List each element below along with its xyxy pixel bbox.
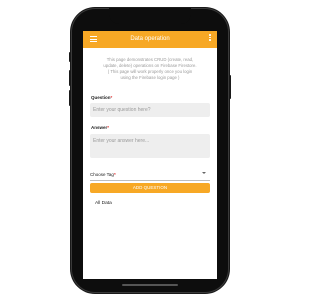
app-screen: Data operation This page demonstrates CR… — [83, 31, 217, 279]
chevron-down-icon — [202, 172, 206, 174]
tag-select-label-text: Choose Tag — [90, 172, 114, 177]
phone-volume-down — [69, 90, 71, 106]
question-label-text: Question — [91, 95, 111, 100]
answer-input[interactable]: Enter your answer here... — [90, 134, 210, 158]
phone-volume-up — [69, 70, 71, 86]
intro-text: This page demonstrates CRUD (create, rea… — [89, 57, 211, 81]
phone-power-button — [229, 75, 231, 99]
more-vertical-icon[interactable] — [208, 34, 212, 44]
question-input[interactable]: Enter your question here? — [90, 103, 210, 117]
required-mark: * — [110, 95, 113, 100]
home-indicator — [122, 284, 178, 286]
app-bar: Data operation — [83, 31, 217, 48]
add-question-button[interactable]: ADD QUESTION — [90, 183, 210, 193]
question-placeholder: Enter your question here? — [93, 107, 151, 113]
tag-select-label: Choose Tag* — [90, 172, 116, 177]
tag-select[interactable]: Choose Tag* — [90, 170, 210, 181]
required-mark: * — [113, 172, 116, 177]
required-mark: * — [107, 125, 110, 130]
answer-label-text: Answer — [91, 125, 108, 130]
all-data-label: All Data — [95, 201, 112, 206]
question-label: Question* — [91, 95, 112, 100]
answer-label: Answer* — [91, 125, 109, 130]
page-title: Data operation — [130, 36, 170, 42]
phone-mute-switch — [69, 52, 71, 62]
intro-line: using the Firebase login page ) — [120, 75, 180, 80]
answer-placeholder: Enter your answer here... — [93, 138, 150, 144]
phone-notch — [109, 8, 191, 24]
